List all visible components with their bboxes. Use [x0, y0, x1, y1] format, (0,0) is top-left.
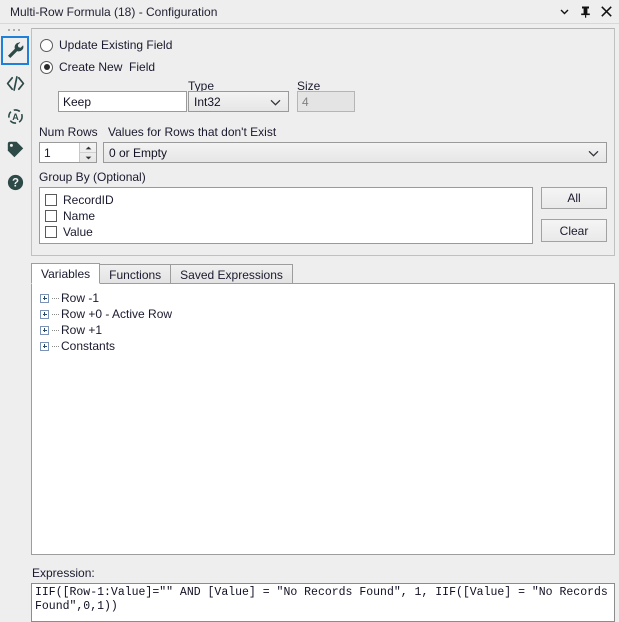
tree-node-label: Row -1 [61, 291, 100, 305]
tag-icon [7, 141, 23, 158]
sidebar-grip-handle[interactable] [8, 29, 23, 33]
sidebar-item-label[interactable] [1, 135, 29, 164]
variables-tree-panel[interactable]: Row -1 Row +0 - Active Row Row +1 Consta… [31, 283, 615, 555]
num-rows-stepper[interactable]: 1 [39, 142, 97, 163]
sidebar-item-help[interactable]: ? [1, 168, 29, 197]
radio-create-new-field[interactable]: Create New Field [40, 60, 155, 74]
chevron-down-icon [588, 146, 599, 160]
group-by-field-label: Name [63, 209, 96, 223]
window-controls [557, 3, 613, 20]
select-all-button[interactable]: All [541, 187, 607, 209]
code-brackets-icon [6, 76, 24, 91]
size-input: 4 [297, 91, 355, 112]
expression-builder-tabs: Variables Functions Saved Expressions Ro… [31, 263, 615, 555]
stepper-up-icon[interactable] [80, 143, 96, 153]
expression-input[interactable]: IIF([Row-1:Value]="" AND [Value] = "No R… [31, 583, 615, 622]
values-for-rows-select[interactable]: 0 or Empty [103, 142, 607, 163]
question-mark-icon: ? [7, 174, 23, 191]
svg-text:A: A [12, 112, 19, 122]
type-select-value: Int32 [194, 94, 221, 109]
num-rows-stepper-buttons[interactable] [79, 143, 96, 162]
stepper-down-icon[interactable] [80, 153, 96, 162]
sidebar-item-configuration[interactable] [1, 36, 29, 65]
list-item[interactable]: Name [45, 208, 532, 224]
variables-tree: Row -1 Row +0 - Active Row Row +1 Consta… [32, 284, 614, 354]
wrench-icon [7, 42, 23, 58]
expand-plus-icon[interactable] [40, 293, 49, 303]
radio-update-existing-field[interactable]: Update Existing Field [40, 38, 172, 52]
radio-create-new-indicator [40, 60, 53, 74]
num-rows-label: Num Rows [39, 125, 98, 139]
type-select[interactable]: Int32 [188, 91, 289, 112]
tree-connector [52, 313, 59, 315]
tree-connector [52, 329, 59, 331]
tree-node-label: Row +0 - Active Row [61, 307, 173, 321]
expand-plus-icon[interactable] [40, 309, 49, 319]
target-a-icon: A [7, 109, 23, 124]
close-x-icon[interactable] [599, 3, 613, 20]
tree-node[interactable]: Constants [40, 338, 614, 354]
tree-node[interactable]: Row +1 [40, 322, 614, 338]
tree-node[interactable]: Row -1 [40, 290, 614, 306]
checkbox-recordid[interactable] [45, 194, 57, 206]
configuration-panel: Update Existing Field Create New Field T… [31, 28, 615, 256]
list-item[interactable]: Value [45, 224, 532, 240]
values-for-rows-label: Values for Rows that don't Exist [108, 125, 277, 139]
sidebar-items: A ? [0, 36, 30, 201]
tab-functions[interactable]: Functions [99, 264, 172, 284]
tree-node[interactable]: Row +0 - Active Row [40, 306, 614, 322]
expand-plus-icon[interactable] [40, 341, 49, 351]
tree-node-label: Row +1 [61, 323, 103, 337]
checkbox-name[interactable] [45, 210, 57, 222]
svg-text:?: ? [11, 178, 18, 190]
checkbox-value[interactable] [45, 226, 57, 238]
tab-variables[interactable]: Variables [31, 263, 101, 284]
group-by-field-label: RecordID [63, 193, 114, 207]
group-by-listbox[interactable]: RecordID Name Value [39, 187, 533, 244]
tab-saved-expressions[interactable]: Saved Expressions [170, 264, 293, 284]
list-item[interactable]: RecordID [45, 192, 532, 208]
tree-connector [52, 297, 59, 299]
expand-plus-icon[interactable] [40, 325, 49, 335]
expression-label: Expression: [32, 566, 95, 580]
clear-selection-button[interactable]: Clear [541, 219, 607, 242]
radio-create-new-label: Create New Field [59, 60, 156, 74]
window-titlebar: Multi-Row Formula (18) - Configuration [0, 0, 619, 24]
tool-sidebar: A ? [0, 24, 30, 622]
tree-node-label: Constants [61, 339, 116, 353]
radio-update-existing-indicator [40, 38, 53, 52]
group-by-label: Group By (Optional) [39, 170, 146, 184]
group-by-field-label: Value [63, 225, 93, 239]
tabstrip: Variables Functions Saved Expressions [31, 263, 293, 284]
pushpin-icon[interactable] [578, 3, 592, 20]
window-title: Multi-Row Formula (18) - Configuration [10, 5, 218, 19]
values-for-rows-value: 0 or Empty [109, 145, 168, 160]
sidebar-item-annotation[interactable]: A [1, 102, 29, 131]
chevron-down-icon[interactable] [557, 3, 571, 20]
field-name-input[interactable]: Keep [58, 91, 187, 112]
tree-connector [52, 345, 59, 347]
sidebar-item-xml-view[interactable] [1, 69, 29, 98]
chevron-down-icon [270, 95, 281, 109]
num-rows-value: 1 [44, 145, 51, 160]
radio-update-existing-label: Update Existing Field [59, 38, 173, 52]
